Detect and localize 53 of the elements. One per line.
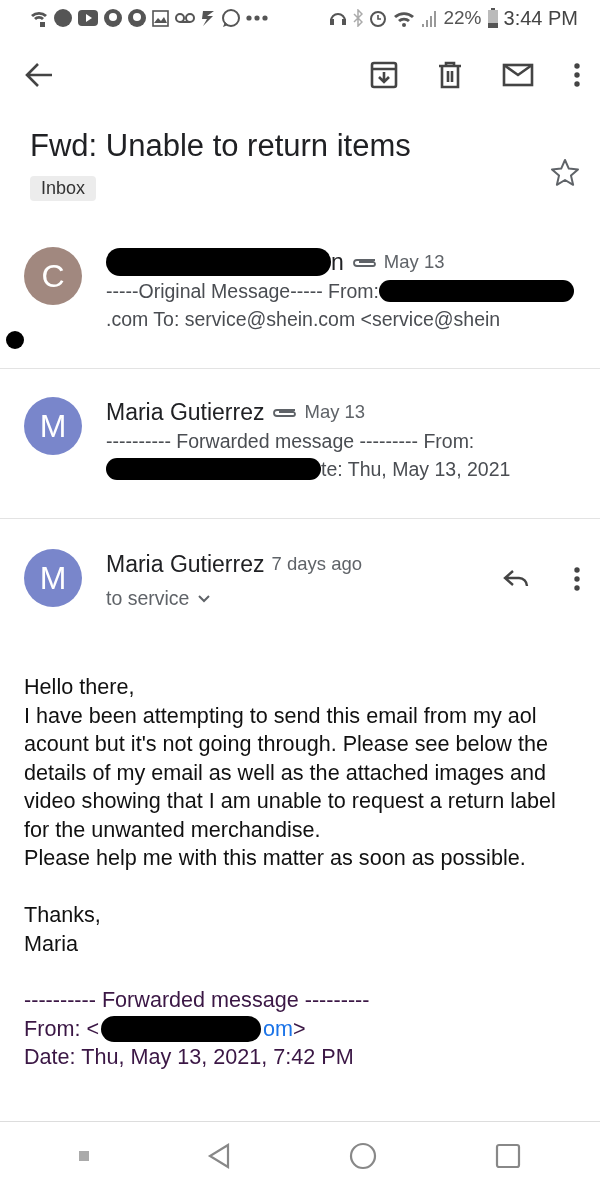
star-icon[interactable]	[550, 158, 580, 186]
message-snippet: .com To: service@shein.com <service@shein	[106, 307, 501, 331]
message-date: 7 days ago	[271, 553, 362, 575]
back-icon[interactable]	[207, 1143, 231, 1169]
chevron-down-icon	[197, 593, 212, 603]
reply-icon[interactable]	[502, 569, 530, 589]
home-icon[interactable]	[349, 1142, 377, 1170]
sender-name: n	[331, 248, 344, 276]
avatar: C	[24, 247, 82, 305]
back-arrow-icon[interactable]	[24, 62, 54, 88]
battery-icon	[487, 8, 498, 28]
wifi-icon	[30, 9, 48, 27]
inbox-label[interactable]: Inbox	[30, 176, 97, 201]
email-subject: Fwd: Unable to return items	[30, 128, 411, 164]
archive-icon[interactable]	[370, 61, 398, 89]
forwarded-header-text: From: <	[24, 1014, 99, 1043]
more-dots-icon	[246, 15, 268, 21]
forwarded-header-text: Date: Thu, May 13, 2021, 7:42 PM	[24, 1043, 354, 1071]
message-snippet: -----Original Message----- From:	[106, 279, 379, 303]
play-icon	[78, 10, 98, 26]
body-paragraph: Please help me with this matter as soon as possible.	[24, 844, 527, 872]
message-snippet: ---------- Forwarded message --------- From:	[106, 429, 475, 453]
message-date: May 13	[304, 401, 366, 423]
voicemail-icon	[175, 12, 195, 24]
wifi-icon	[393, 9, 416, 27]
signature-text: Thanks,	[24, 901, 102, 929]
avatar: M	[24, 549, 82, 607]
mail-icon[interactable]	[502, 63, 534, 87]
image-icon	[152, 9, 169, 27]
email-link[interactable]: om	[263, 1014, 293, 1043]
avatar: M	[24, 397, 82, 455]
sender-name: Maria Gutierrez	[106, 398, 265, 426]
forwarded-header-text: ---------- Forwarded message ---------	[24, 986, 370, 1014]
message-date: May 13	[383, 251, 445, 273]
dot-mark	[6, 331, 24, 349]
bolt-icon	[201, 9, 215, 27]
body-paragraph: I have been attempting to send this email from my aol acount but it's not going through. Please see below the details of my email as well as the attached images and video showing that I am unable to request a return label for the unwanted merchandise.	[24, 701, 557, 844]
more-vert-icon[interactable]	[574, 567, 580, 591]
recipients-toggle[interactable]: to service	[106, 583, 478, 613]
recents-icon[interactable]	[495, 1143, 521, 1169]
message-snippet: te: Thu, May 13, 2021	[321, 457, 511, 481]
battery-percent: 22%	[443, 7, 482, 29]
delete-icon[interactable]	[438, 61, 462, 89]
body-paragraph: Hello there,	[24, 673, 136, 701]
signal-icon	[421, 9, 438, 27]
clock-time: 3:44 PM	[503, 6, 578, 30]
signature-text: Maria	[24, 929, 79, 958]
forwarded-header-text: >	[293, 1014, 306, 1043]
chat-bubble-icon	[221, 8, 240, 28]
bluetooth-icon	[353, 9, 364, 27]
more-vert-icon[interactable]	[574, 63, 580, 87]
alarm-clock-icon	[369, 9, 388, 27]
sender-name: Maria Gutierrez	[106, 550, 265, 578]
